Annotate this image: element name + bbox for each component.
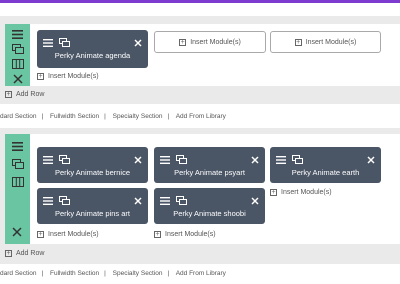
duplicate-icon[interactable] [11,44,25,55]
add-row-label: Add Row [16,250,45,257]
module-card[interactable]: Perky Animate shoobi [154,188,265,224]
module-card[interactable]: Perky Animate bernice [37,147,148,183]
insert-label: Insert Module(s) [48,73,99,80]
duplicate-icon[interactable] [292,151,303,169]
insert-module-button[interactable]: + Insert Module(s) [270,31,381,53]
close-icon[interactable] [367,151,375,169]
duplicate-icon[interactable] [11,157,25,171]
plus-icon: + [154,231,161,238]
plus-icon: + [179,38,187,46]
module-card[interactable]: Perky Animate pins art [37,188,148,224]
plus-icon: + [270,189,277,196]
module-title: Perky Animate bernice [54,168,131,177]
duplicate-icon[interactable] [59,151,70,169]
close-icon[interactable] [134,34,142,52]
link-standard-section[interactable]: dard Section [0,270,37,277]
columns-icon[interactable] [11,58,25,70]
module-title: Perky Animate pins art [54,209,131,218]
row-1: Perky Animate agenda + Insert Module(s) … [5,24,400,86]
duplicate-icon[interactable] [59,34,70,52]
plus-icon: + [37,231,44,238]
module-title: Perky Animate shoobi [173,209,246,218]
insert-module-button[interactable]: + Insert Module(s) [154,31,266,53]
close-icon[interactable] [10,225,24,239]
menu-icon[interactable] [160,192,170,210]
module-title: Perky Animate earth [291,168,360,177]
insert-label: Insert Module(s) [190,38,241,46]
duplicate-icon[interactable] [59,192,70,210]
module-card[interactable]: Perky Animate earth [270,147,381,183]
insert-label: Insert Module(s) [48,231,99,238]
insert-label: Insert Module(s) [165,231,216,238]
link-standard-section[interactable]: dard Section [0,113,37,120]
insert-label: Insert Module(s) [305,38,357,46]
section-1: Perky Animate agenda + Insert Module(s) … [0,16,400,104]
menu-icon[interactable] [11,29,25,40]
plus-icon: + [5,91,12,98]
add-row-button[interactable]: + Add Row [5,250,44,257]
menu-icon[interactable] [43,192,53,210]
menu-icon[interactable] [276,151,286,169]
link-add-from-library[interactable]: Add From Library [176,113,226,120]
menu-icon[interactable] [43,34,53,52]
duplicate-icon[interactable] [176,192,187,210]
close-icon[interactable] [251,192,259,210]
insert-module-link[interactable]: + Insert Module(s) [37,231,99,238]
section-2: Perky Animate bernice Perky Animate psya… [0,128,400,264]
link-fullwidth-section[interactable]: Fullwidth Section [50,270,99,277]
link-fullwidth-section[interactable]: Fullwidth Section [50,113,99,120]
menu-icon[interactable] [11,139,25,153]
close-icon[interactable] [134,151,142,169]
add-row-label: Add Row [16,91,45,98]
link-add-from-library[interactable]: Add From Library [176,270,226,277]
insert-module-link[interactable]: + Insert Module(s) [37,73,99,80]
close-icon[interactable] [251,151,259,169]
menu-icon[interactable] [43,151,53,169]
plus-icon: + [5,250,12,257]
columns-icon[interactable] [11,175,25,189]
module-title: Perky Animate agenda [54,51,131,60]
duplicate-icon[interactable] [176,151,187,169]
module-title: Perky Animate psyart [174,168,245,177]
section-links: dard Section | Fullwidth Section | Special… [0,270,226,277]
section-links: dard Section | Fullwidth Section | Special… [0,113,226,120]
plus-icon: + [294,38,302,46]
row-2: Perky Animate bernice Perky Animate psya… [5,134,400,244]
link-specialty-section[interactable]: Specialty Section [113,270,163,277]
close-icon[interactable] [11,73,25,84]
top-accent-bar [0,0,400,3]
link-specialty-section[interactable]: Specialty Section [113,113,163,120]
insert-module-link[interactable]: + Insert Module(s) [270,189,332,196]
module-card[interactable]: Perky Animate agenda [37,30,148,68]
module-card[interactable]: Perky Animate psyart [154,147,265,183]
plus-icon: + [37,73,44,80]
row-handle[interactable] [5,134,30,244]
insert-label: Insert Module(s) [281,189,332,196]
close-icon[interactable] [134,192,142,210]
row-handle[interactable] [5,24,30,86]
menu-icon[interactable] [160,151,170,169]
insert-module-link[interactable]: + Insert Module(s) [154,231,216,238]
add-row-button[interactable]: + Add Row [5,91,44,98]
